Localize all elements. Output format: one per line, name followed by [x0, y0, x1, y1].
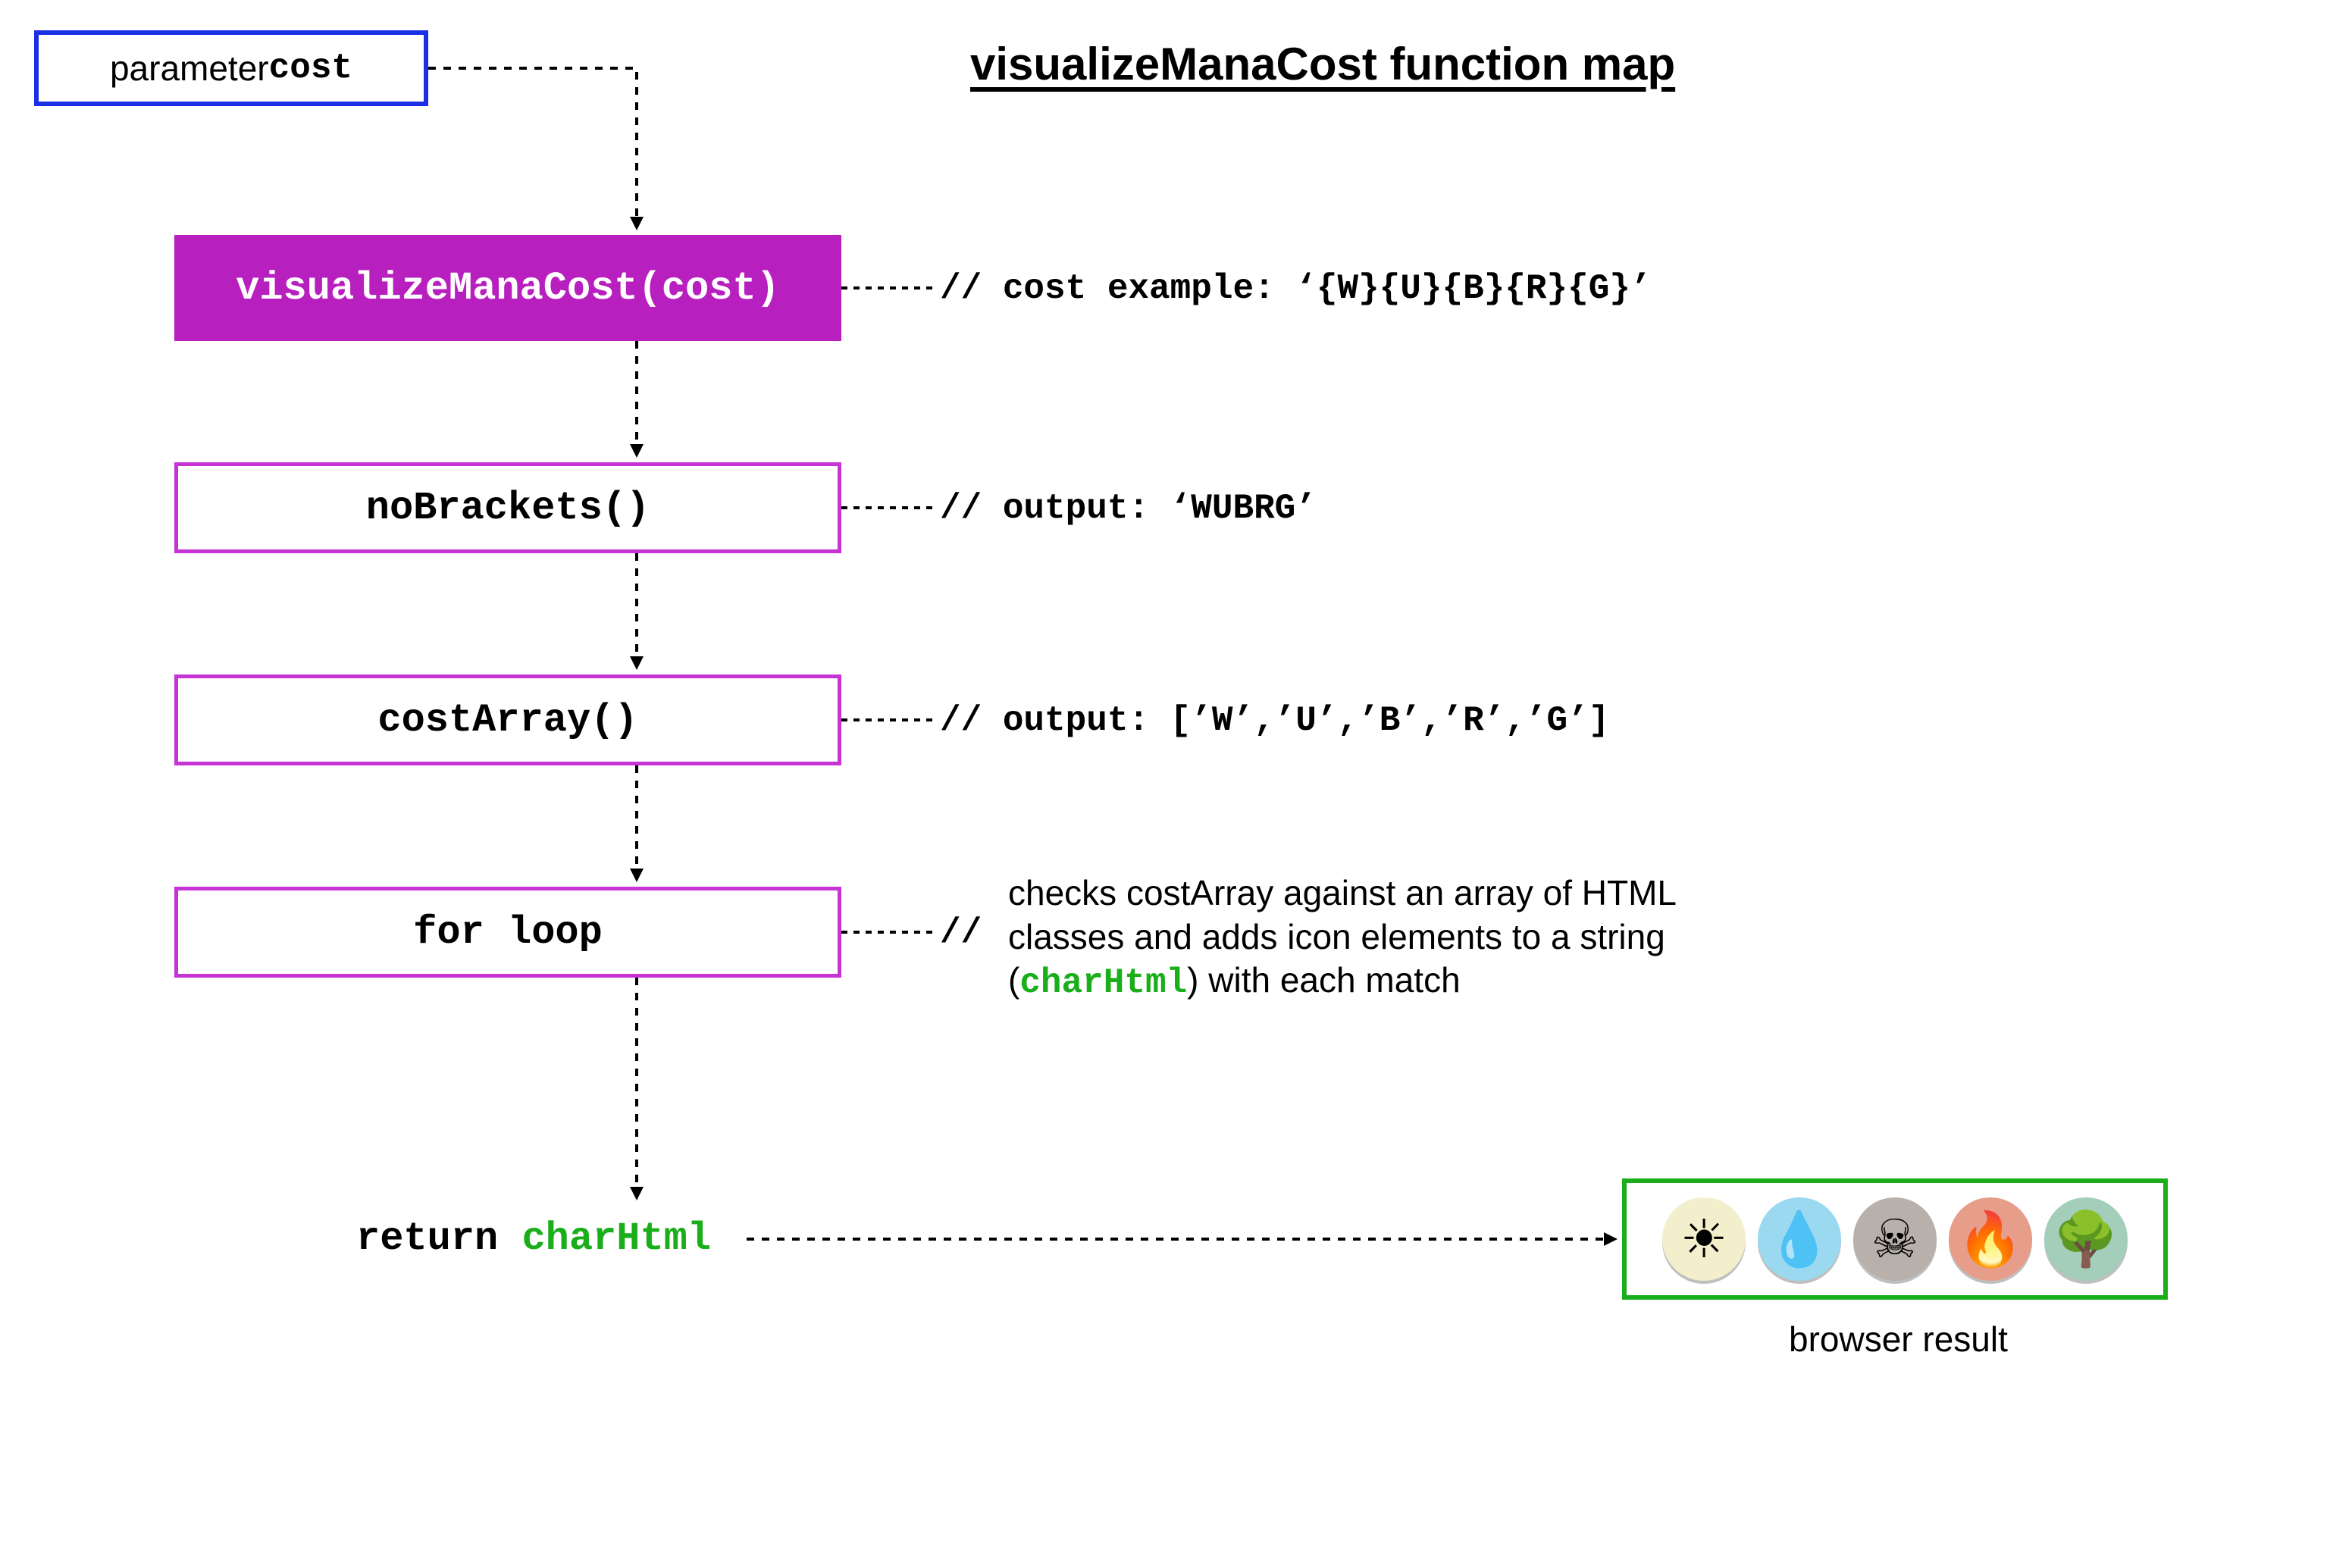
comment-forloop-desc-line3b: ) with each match [1187, 960, 1460, 1000]
comment-forloop-desc-line3a: ( [1008, 960, 1019, 1000]
browser-result-box: ☀︎💧☠︎🔥🌳 [1622, 1178, 2168, 1300]
node-parameter-label-pre: parameter [110, 48, 269, 89]
node-parameter: parameter cost [34, 30, 428, 106]
comment-forloop-desc: checks costArray against an array of HTM… [1008, 872, 1736, 1006]
comment-forloop-desc-code: charHtml [1019, 963, 1187, 1003]
mana-icon-blue: 💧 [1758, 1197, 1841, 1281]
mana-icon-green: 🌳 [2044, 1197, 2128, 1281]
return-keyword: return [356, 1216, 521, 1261]
mana-icon-black: ☠︎ [1853, 1197, 1937, 1281]
comment-forloop-desc-line1: checks costArray against an array of HTM… [1008, 873, 1677, 912]
node-function-call: visualizeManaCost(cost) [174, 235, 841, 341]
node-parameter-label-code: cost [269, 49, 352, 88]
diagram-canvas: visualizeManaCost function map parameter… [0, 0, 2330, 1568]
node-costarray: costArray() [174, 674, 841, 765]
diagram-title: visualizeManaCost function map [970, 38, 1675, 90]
return-statement: return charHtml [356, 1216, 711, 1261]
comment-forloop-desc-line2: classes and adds icon elements to a stri… [1008, 917, 1665, 956]
return-variable: charHtml [521, 1216, 711, 1261]
comment-costarray: // output: [’W’,’U’,’B’,’R’,’G’] [940, 701, 1609, 740]
node-forloop: for loop [174, 887, 841, 978]
comment-nobrackets: // output: ‘WUBRG’ [940, 489, 1317, 528]
mana-icon-white: ☀︎ [1662, 1197, 1746, 1281]
comment-function-call: // cost example: ‘{W}{U}{B}{R}{G}’ [940, 269, 1652, 308]
comment-forloop-slashes: // [940, 913, 982, 953]
mana-icon-red: 🔥 [1949, 1197, 2032, 1281]
browser-result-caption: browser result [1789, 1319, 2008, 1360]
node-nobrackets: noBrackets() [174, 462, 841, 553]
